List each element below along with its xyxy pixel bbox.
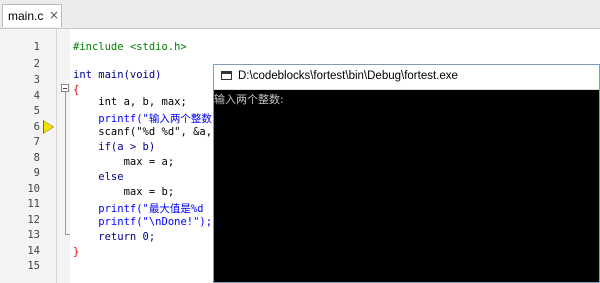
line-number: 8 [33,152,40,164]
tab-main-c[interactable]: main.c × [2,4,62,27]
code-line-7: printf("输入两个整数 [73,111,212,126]
line-number: 11 [27,198,40,210]
line-number: 10 [27,183,40,195]
line-number: 13 [27,229,40,241]
code-line-16: } [73,246,79,258]
line-number: 14 [27,245,40,257]
code-text: int a, b, max; [73,96,187,108]
line-number: 6 [33,121,40,133]
console-window[interactable]: D:\codeblocks\fortest\bin\Debug\fortest.… [213,64,600,283]
code-line-10: max = a; [73,156,175,168]
code-line-11: else [73,171,124,183]
code-text: int main(void) [73,69,162,81]
code-line-6: int a, b, max; [73,96,187,108]
code-line-14: printf("\nDone!"); [73,216,212,228]
code-text: if(a > b) [73,141,156,153]
code-text: scanf("%d %d", &a, [73,126,213,138]
line-number: 2 [33,58,40,70]
line-number: 12 [27,214,40,226]
line-number: 7 [33,136,40,148]
code-text: max = a; [73,156,175,168]
code-text: return 0; [73,231,156,243]
code-line-8: scanf("%d %d", &a, [73,126,212,138]
editor-tab-bar: main.c × [0,0,600,29]
line-number: 5 [33,105,40,117]
tab-label: main.c [8,9,44,23]
code-line-13: printf("最大值是%d [73,201,204,216]
code-text: printf("\nDone!"); [73,216,213,228]
console-window-icon [221,71,232,80]
code-text: printf("最大值是%d [73,203,204,215]
gutter-divider [56,29,57,283]
code-line-2: #include <stdio.h> [73,41,187,53]
line-number: 1 [33,41,40,53]
code-line-15: return 0; [73,231,155,243]
code-text: else [73,171,124,183]
fold-toggle-icon[interactable] [61,84,69,92]
code-line-5: { [73,84,79,96]
code-text: max = b; [73,186,175,198]
console-output: 输入两个整数: [214,93,284,106]
line-number-gutter: 1 2 3 4 5 6 7 8 9 10 11 12 13 14 15 [0,29,70,283]
fold-guide [65,92,66,234]
console-title-bar[interactable]: D:\codeblocks\fortest\bin\Debug\fortest.… [214,65,599,90]
line-number: 9 [33,167,40,179]
current-line-arrow-fill [44,121,53,133]
code-text: { [73,84,80,96]
code-line-9: if(a > b) [73,141,155,153]
code-text: printf("输入两个整数 [73,113,212,125]
code-text: } [73,246,80,258]
line-number: 15 [27,260,40,272]
console-title: D:\codeblocks\fortest\bin\Debug\fortest.… [238,70,458,82]
line-number: 4 [33,90,40,102]
code-line-12: max = b; [73,186,175,198]
code-line-4: int main(void) [73,69,162,81]
line-number: 3 [33,74,40,86]
close-icon[interactable]: × [49,8,59,22]
fold-guide-end [65,234,70,235]
code-text: #include <stdio.h> [73,41,187,53]
